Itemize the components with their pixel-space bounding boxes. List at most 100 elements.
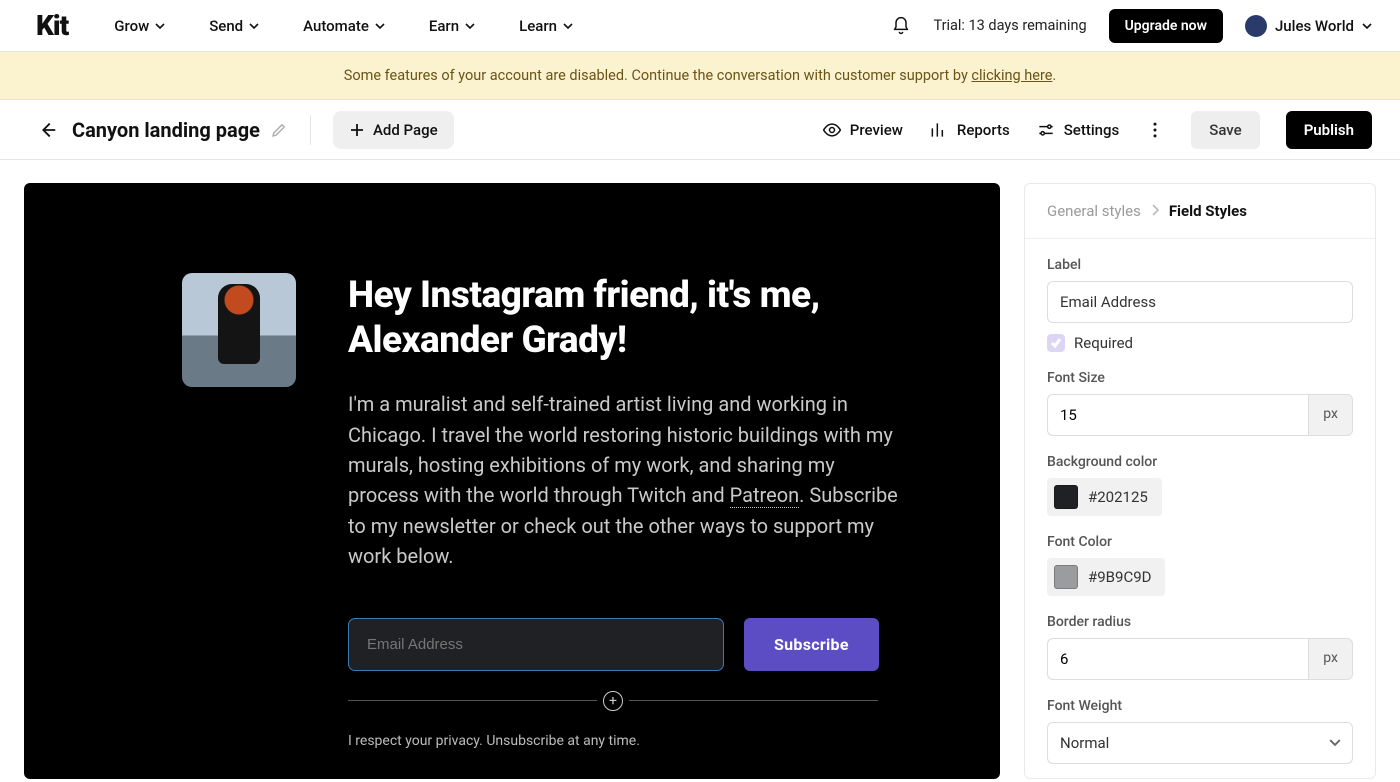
chevron-down-icon <box>465 21 475 31</box>
preview-button[interactable]: Preview <box>822 120 903 140</box>
required-checkbox-row[interactable]: Required <box>1047 334 1353 352</box>
canvas-text-column: Hey Instagram friend, it's me, Alexander… <box>348 273 904 749</box>
trial-status: Trial: 13 days remaining <box>933 17 1086 34</box>
nav-label: Earn <box>429 17 459 35</box>
banner-link[interactable]: clicking here <box>971 67 1052 84</box>
border-radius-input-wrap: px <box>1047 638 1353 680</box>
top-nav-right: Trial: 13 days remaining Upgrade now Jul… <box>891 9 1372 43</box>
add-element-row[interactable]: + <box>348 691 878 711</box>
font-color-value: #9B9C9D <box>1088 568 1151 586</box>
chevron-down-icon <box>375 21 385 31</box>
bg-color-picker[interactable]: #202125 <box>1047 478 1162 516</box>
banner-text: Some features of your account are disabl… <box>344 67 972 84</box>
settings-label: Settings <box>1064 121 1120 139</box>
settings-button[interactable]: Settings <box>1036 120 1120 140</box>
font-weight-select[interactable] <box>1047 722 1353 764</box>
canvas-content: Hey Instagram friend, it's me, Alexander… <box>182 273 904 749</box>
plus-circle-icon[interactable]: + <box>603 691 623 711</box>
nav-earn[interactable]: Earn <box>429 17 475 35</box>
breadcrumb-current: Field Styles <box>1169 202 1247 220</box>
avatar <box>1245 15 1267 37</box>
more-menu-icon[interactable] <box>1145 120 1165 140</box>
nav-learn[interactable]: Learn <box>519 17 573 35</box>
breadcrumb-root[interactable]: General styles <box>1047 202 1141 220</box>
chevron-down-icon <box>249 21 259 31</box>
panel-body: Label Required Font Size px Background c… <box>1025 239 1375 778</box>
top-nav: Kit Grow Send Automate Earn Learn Trial:… <box>0 0 1400 52</box>
checkbox-icon <box>1047 334 1065 352</box>
nav-grow[interactable]: Grow <box>114 17 165 35</box>
styles-panel: General styles Field Styles Label Requir… <box>1024 183 1376 779</box>
bg-color-value: #202125 <box>1088 488 1148 506</box>
font-size-group: Font Size px <box>1047 370 1353 436</box>
color-swatch-icon <box>1054 565 1078 589</box>
editor-canvas[interactable]: Hey Instagram friend, it's me, Alexander… <box>24 183 1000 779</box>
canvas-body[interactable]: I'm a muralist and self-trained artist l… <box>348 389 904 571</box>
nav-label: Learn <box>519 17 557 35</box>
font-weight-value[interactable] <box>1047 722 1353 764</box>
chevron-down-icon <box>1362 21 1372 31</box>
chevron-down-icon <box>563 21 573 31</box>
divider <box>310 115 311 145</box>
canvas-headline[interactable]: Hey Instagram friend, it's me, Alexander… <box>348 273 904 363</box>
font-size-input-wrap: px <box>1047 394 1353 436</box>
privacy-text[interactable]: I respect your privacy. Unsubscribe at a… <box>348 733 904 749</box>
pencil-icon[interactable] <box>270 121 288 139</box>
upgrade-button[interactable]: Upgrade now <box>1109 9 1223 43</box>
workspace: Hey Instagram friend, it's me, Alexander… <box>0 160 1400 779</box>
breadcrumb: General styles Field Styles <box>1025 184 1375 239</box>
add-page-label: Add Page <box>373 121 438 139</box>
sliders-icon <box>1036 120 1056 140</box>
back-arrow-icon[interactable] <box>36 119 58 141</box>
nav-automate[interactable]: Automate <box>303 17 385 35</box>
field-label-input[interactable] <box>1047 281 1353 323</box>
font-size-unit: px <box>1308 394 1353 436</box>
body-link-patreon[interactable]: Patreon <box>730 483 800 508</box>
subscribe-button[interactable]: Subscribe <box>744 618 879 671</box>
nav-label: Automate <box>303 17 369 35</box>
color-swatch-icon <box>1054 485 1078 509</box>
bell-icon[interactable] <box>891 16 911 36</box>
page-title: Canyon landing page <box>72 118 260 142</box>
font-weight-group: Font Weight <box>1047 698 1353 764</box>
email-input[interactable] <box>348 618 724 671</box>
font-size-input[interactable] <box>1047 394 1308 436</box>
border-radius-input[interactable] <box>1047 638 1308 680</box>
add-page-button[interactable]: Add Page <box>333 111 454 149</box>
border-radius-unit: px <box>1308 638 1353 680</box>
plus-icon <box>349 122 365 138</box>
save-button[interactable]: Save <box>1191 111 1259 149</box>
nav-items: Grow Send Automate Earn Learn <box>114 17 573 35</box>
font-color-title: Font Color <box>1047 534 1353 550</box>
user-name: Jules World <box>1275 17 1354 35</box>
border-radius-group: Border radius px <box>1047 614 1353 680</box>
subscribe-form: Subscribe <box>348 618 904 671</box>
publish-button[interactable]: Publish <box>1286 111 1372 149</box>
banner-text-end: . <box>1052 67 1056 84</box>
bg-color-title: Background color <box>1047 454 1353 470</box>
field-label-group: Label Required <box>1047 257 1353 352</box>
account-banner: Some features of your account are disabl… <box>0 52 1400 100</box>
bg-color-group: Background color #202125 <box>1047 454 1353 516</box>
font-color-group: Font Color #9B9C9D <box>1047 534 1353 596</box>
chevron-down-icon <box>155 21 165 31</box>
user-menu[interactable]: Jules World <box>1245 15 1372 37</box>
eye-icon <box>822 120 842 140</box>
field-label-title: Label <box>1047 257 1353 273</box>
chart-icon <box>929 120 949 140</box>
nav-label: Send <box>209 17 243 35</box>
border-radius-title: Border radius <box>1047 614 1353 630</box>
nav-send[interactable]: Send <box>209 17 259 35</box>
required-label: Required <box>1074 334 1133 352</box>
font-color-picker[interactable]: #9B9C9D <box>1047 558 1165 596</box>
font-weight-title: Font Weight <box>1047 698 1353 714</box>
brand-logo[interactable]: Kit <box>36 9 68 42</box>
author-photo[interactable] <box>182 273 296 387</box>
font-size-title: Font Size <box>1047 370 1353 386</box>
preview-label: Preview <box>850 121 903 139</box>
chevron-right-icon <box>1151 202 1159 220</box>
nav-label: Grow <box>114 17 149 35</box>
reports-label: Reports <box>957 121 1010 139</box>
reports-button[interactable]: Reports <box>929 120 1010 140</box>
header-actions: Preview Reports Settings Save Publish <box>822 111 1372 149</box>
